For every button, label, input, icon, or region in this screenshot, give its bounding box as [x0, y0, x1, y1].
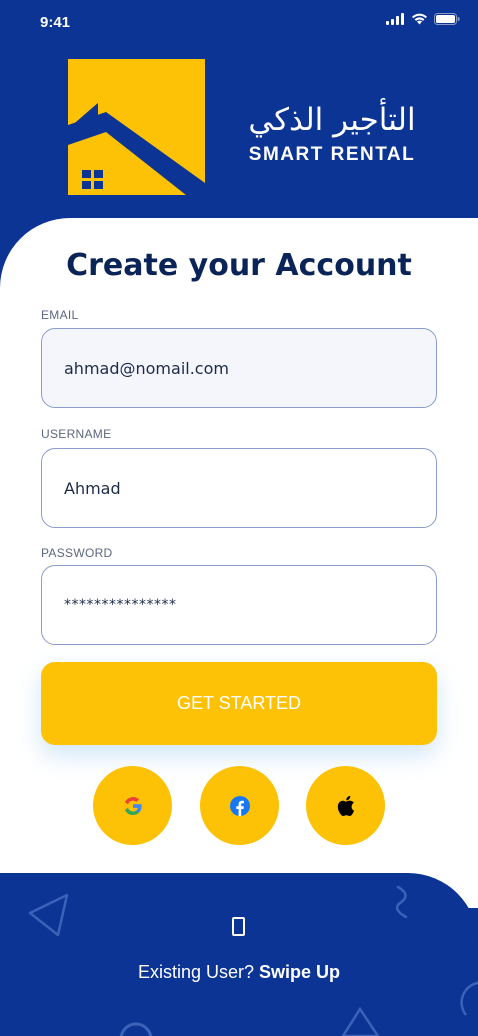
footer-decoration: [28, 885, 478, 1036]
username-field[interactable]: Ahmad: [41, 448, 437, 528]
footer[interactable]: Existing User? Swipe Up: [0, 873, 478, 1036]
email-label: EMAIL: [41, 308, 79, 322]
swipe-up-prompt[interactable]: Existing User? Swipe Up: [0, 962, 478, 983]
status-bar: 9:41: [0, 0, 478, 46]
brand-name-arabic: التأجير الذكي: [248, 102, 416, 138]
google-signin-button[interactable]: [93, 766, 172, 845]
apple-signin-button[interactable]: [306, 766, 385, 845]
existing-user-text: Existing User?: [137, 962, 254, 982]
apple-icon: [337, 795, 354, 816]
brand-name-english: SMART RENTAL: [248, 144, 416, 165]
get-started-button[interactable]: GET STARTED: [41, 662, 437, 745]
battery-icon: [434, 13, 460, 25]
username-label: USERNAME: [41, 427, 112, 441]
swipe-up-link[interactable]: Swipe Up: [259, 962, 340, 982]
google-icon: [123, 796, 142, 815]
phone-outline-icon: [232, 917, 245, 936]
wifi-icon: [412, 13, 427, 25]
status-time: 9:41: [40, 14, 71, 31]
signal-icon: [386, 13, 404, 25]
facebook-signin-button[interactable]: [200, 766, 279, 845]
status-icons: [386, 13, 460, 25]
signup-card: Create your Account EMAIL ahmad@nomail.c…: [0, 218, 478, 908]
facebook-icon: [229, 795, 250, 816]
house-logo-icon: [68, 59, 205, 195]
header: التأجير الذكي SMART RENTAL: [0, 46, 478, 246]
password-field[interactable]: ***************: [41, 565, 437, 645]
page-title: Create your Account: [66, 248, 412, 283]
email-field[interactable]: ahmad@nomail.com: [41, 328, 437, 408]
password-label: PASSWORD: [41, 546, 113, 560]
